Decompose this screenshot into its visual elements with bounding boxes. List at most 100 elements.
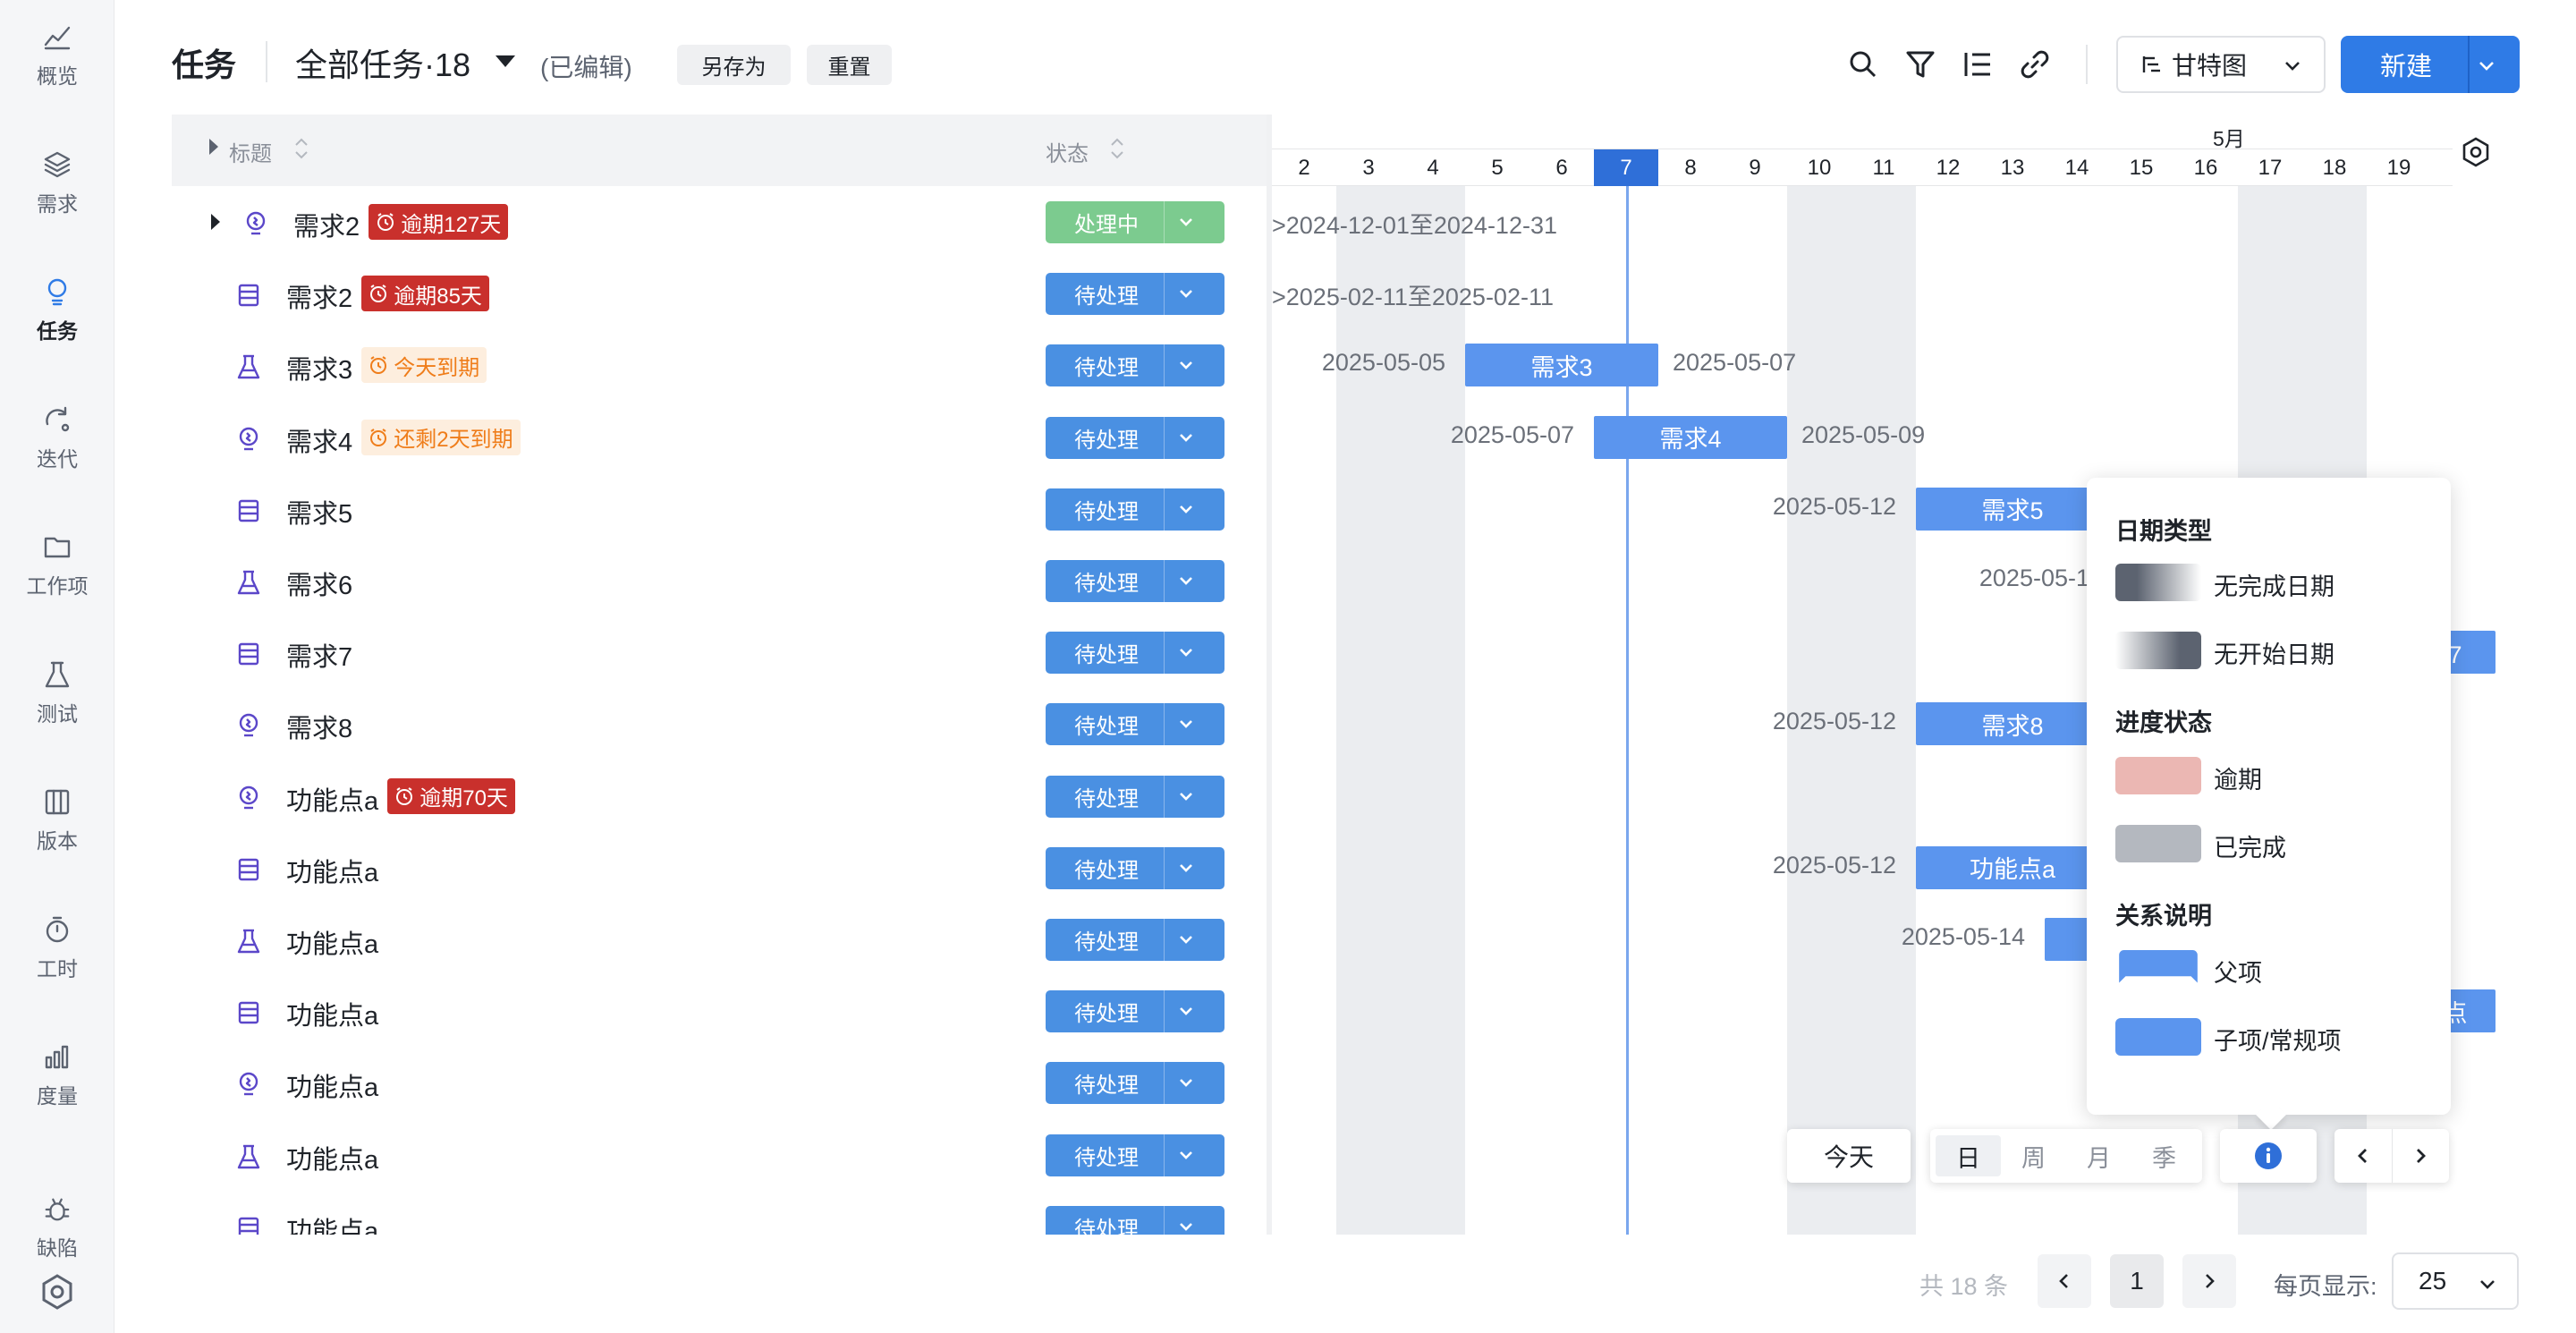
- task-title[interactable]: 需求2: [293, 206, 360, 243]
- task-title[interactable]: 功能点a: [286, 1139, 378, 1176]
- table-row[interactable]: 需求8 待处理: [172, 688, 1267, 760]
- scale-option[interactable]: 季: [2131, 1135, 2197, 1176]
- gantt-task-bar[interactable]: 需求4: [1594, 415, 1787, 459]
- next-page-button[interactable]: [2182, 1254, 2236, 1308]
- settings-hexagon-icon[interactable]: [36, 1270, 79, 1313]
- task-title[interactable]: 需求5: [286, 493, 352, 531]
- table-row[interactable]: 需求3 今天到期 待处理: [172, 329, 1267, 401]
- gantt-task-bar[interactable]: 需求8: [1916, 702, 2109, 746]
- column-header-title[interactable]: 标题: [229, 136, 272, 167]
- page-number-button[interactable]: 1: [2110, 1254, 2164, 1308]
- sidebar-item-4[interactable]: 工作项: [0, 512, 114, 619]
- table-row[interactable]: 功能点a 待处理: [172, 1047, 1267, 1118]
- scale-option[interactable]: 日: [1936, 1135, 2001, 1176]
- reset-button[interactable]: 重置: [807, 45, 892, 85]
- table-row[interactable]: 需求7 待处理: [172, 616, 1267, 688]
- toolbar-divider: [2086, 45, 2088, 84]
- legend-info-button[interactable]: [2220, 1129, 2317, 1183]
- status-dropdown[interactable]: 待处理: [1046, 1062, 1224, 1105]
- today-button[interactable]: 今天: [1787, 1129, 1911, 1183]
- search-icon[interactable]: [1845, 47, 1881, 82]
- sort-icon[interactable]: [293, 134, 309, 163]
- status-dropdown[interactable]: 待处理: [1046, 1205, 1224, 1235]
- status-dropdown[interactable]: 待处理: [1046, 344, 1224, 387]
- per-page-select[interactable]: 25: [2392, 1252, 2519, 1310]
- task-title[interactable]: 需求4: [286, 421, 352, 459]
- status-dropdown[interactable]: 待处理: [1046, 273, 1224, 316]
- task-title[interactable]: 功能点a: [286, 995, 378, 1032]
- task-title[interactable]: 需求7: [286, 636, 352, 674]
- gantt-task-bar[interactable]: 需求5: [1916, 487, 2109, 531]
- status-dropdown[interactable]: 待处理: [1046, 846, 1224, 889]
- view-mode-dropdown[interactable]: 甘特图: [2116, 36, 2326, 93]
- sidebar-item-label: 缺陷: [37, 1236, 78, 1260]
- field-list-icon[interactable]: [1960, 47, 1996, 82]
- link-icon[interactable]: [2017, 47, 2053, 82]
- scale-option[interactable]: 周: [2001, 1135, 2066, 1176]
- task-flask-icon: [237, 1144, 260, 1168]
- sidebar-item-8[interactable]: 度量: [0, 1022, 114, 1129]
- status-dropdown[interactable]: 待处理: [1046, 632, 1224, 675]
- gantt-legend-popover: 日期类型 无完成日期 无开始日期 进度状态 逾期 已完成 关系说明 父项 子项/…: [2087, 478, 2451, 1115]
- scroll-right-button[interactable]: [2393, 1129, 2450, 1183]
- sidebar-item-1[interactable]: 需求: [0, 130, 114, 237]
- task-title[interactable]: 需求3: [286, 349, 352, 386]
- table-row[interactable]: 功能点a 待处理: [172, 1119, 1267, 1191]
- status-dropdown[interactable]: 待处理: [1046, 560, 1224, 602]
- status-dropdown[interactable]: 处理中: [1046, 201, 1224, 243]
- chevron-left-icon: [2059, 1274, 2068, 1288]
- task-title[interactable]: 功能点a: [286, 1066, 378, 1104]
- table-row[interactable]: 需求2 逾期85天 待处理: [172, 258, 1267, 329]
- scale-option[interactable]: 月: [2066, 1135, 2131, 1176]
- status-dropdown[interactable]: 待处理: [1046, 990, 1224, 1033]
- status-dropdown[interactable]: 待处理: [1046, 919, 1224, 961]
- gantt-task-bar[interactable]: 需求3: [1465, 344, 1658, 387]
- task-list-icon: [238, 1217, 259, 1235]
- task-title[interactable]: 需求6: [286, 565, 352, 602]
- expand-all-icon[interactable]: [209, 139, 218, 155]
- table-row[interactable]: 功能点a 待处理: [172, 832, 1267, 904]
- scroll-left-button[interactable]: [2334, 1129, 2392, 1183]
- new-button[interactable]: 新建: [2341, 36, 2520, 93]
- view-selector[interactable]: 全部任务·18: [295, 39, 470, 86]
- task-title[interactable]: 功能点a: [286, 852, 378, 889]
- chevron-down-icon[interactable]: [2477, 55, 2496, 75]
- day-cell: 13: [2000, 155, 2025, 180]
- gantt-settings-icon[interactable]: [2458, 134, 2494, 170]
- filter-icon[interactable]: [1902, 47, 1938, 82]
- table-row[interactable]: 需求4 还剩2天到期 待处理: [172, 402, 1267, 473]
- table-row[interactable]: 需求6 待处理: [172, 545, 1267, 616]
- sidebar-item-2[interactable]: 任务: [0, 257, 114, 364]
- task-title[interactable]: 功能点a: [286, 780, 378, 818]
- task-title[interactable]: 功能点a: [286, 923, 378, 961]
- status-dropdown[interactable]: 待处理: [1046, 1133, 1224, 1176]
- table-row[interactable]: 需求2 逾期127天 处理中: [172, 186, 1267, 258]
- status-dropdown[interactable]: 待处理: [1046, 703, 1224, 746]
- gantt-task-bar[interactable]: 功能点a: [1916, 845, 2109, 889]
- sidebar-item-7[interactable]: 工时: [0, 895, 114, 1002]
- task-title[interactable]: 需求8: [286, 708, 352, 745]
- table-row[interactable]: 功能点a 待处理: [172, 975, 1267, 1047]
- task-title[interactable]: 需求2: [286, 277, 352, 315]
- sidebar-item-6[interactable]: 版本: [0, 767, 114, 874]
- due-status-text: 今天到期: [394, 355, 480, 380]
- caret-down-icon[interactable]: [496, 55, 515, 67]
- expand-row-icon[interactable]: [211, 214, 220, 230]
- sidebar-item-0[interactable]: 概览: [0, 2, 114, 109]
- table-row[interactable]: 功能点a 待处理: [172, 904, 1267, 975]
- column-header-status[interactable]: 状态: [1046, 136, 1089, 167]
- save-as-button[interactable]: 另存为: [677, 45, 791, 85]
- sidebar-item-3[interactable]: 迭代: [0, 385, 114, 492]
- sort-icon[interactable]: [1109, 134, 1125, 163]
- table-row[interactable]: 功能点a 逾期70天 待处理: [172, 760, 1267, 832]
- status-dropdown[interactable]: 待处理: [1046, 488, 1224, 531]
- status-dropdown[interactable]: 待处理: [1046, 416, 1224, 459]
- table-row[interactable]: 功能点a 待处理: [172, 1191, 1267, 1235]
- task-title[interactable]: 功能点a: [286, 1210, 378, 1235]
- sidebar-item-5[interactable]: 测试: [0, 640, 114, 747]
- legend-date-type-title: 日期类型: [2115, 518, 2212, 545]
- prev-page-button[interactable]: [2038, 1254, 2091, 1308]
- table-row[interactable]: 需求5 待处理: [172, 473, 1267, 545]
- sidebar-item-9[interactable]: 缺陷: [0, 1163, 114, 1261]
- status-dropdown[interactable]: 待处理: [1046, 775, 1224, 818]
